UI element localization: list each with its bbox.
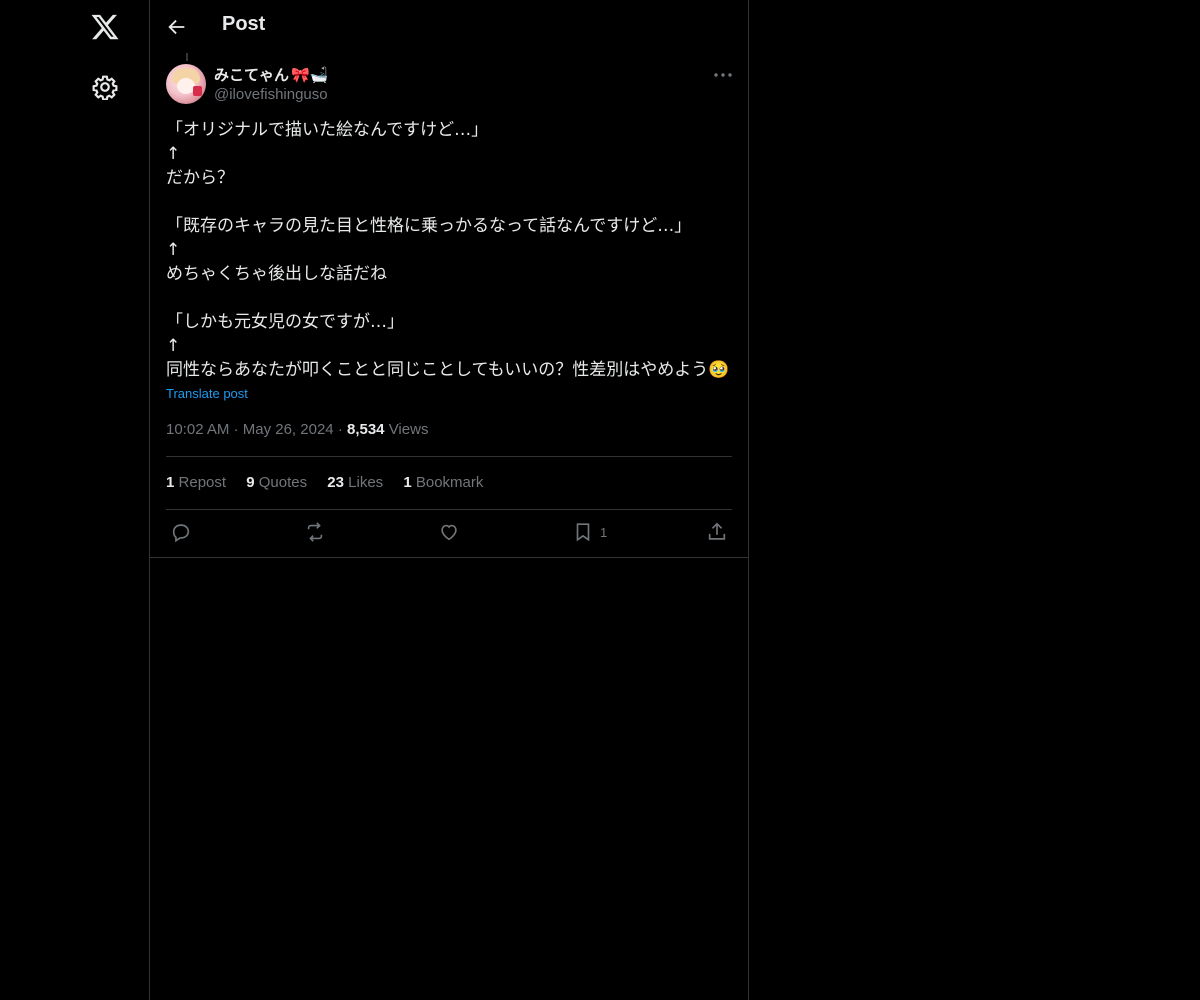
views-label: Views (388, 421, 429, 438)
likes-stat[interactable]: 23 Likes (327, 474, 383, 491)
page-title: Post (222, 13, 266, 35)
author-name-emoji: 🎀🛁 (291, 65, 329, 84)
more-icon[interactable] (710, 64, 736, 86)
engagement-stats: 1 Repost 9 Quotes 23 Likes 1 Bookmark (166, 474, 499, 491)
post-line: 「オリジナルで描いた絵なんですけど…」 (166, 120, 489, 140)
post-line (166, 190, 736, 214)
post-column: Post みこてゃん 🎀🛁 @ilovefishinguso 「オリジナルで描い… (149, 0, 749, 1000)
repost-button[interactable] (304, 520, 326, 544)
post-line: 「既存のキャラの見た目と性格に乗っかるなって話なんですけど…」 (166, 216, 692, 236)
post-line: だから？ (166, 168, 234, 188)
meta-separator: · (337, 421, 347, 438)
meta-separator: · (233, 421, 243, 438)
x-logo-icon[interactable] (90, 12, 120, 42)
reposts-stat[interactable]: 1 Repost (166, 474, 226, 491)
post-line (166, 286, 736, 310)
views-count: 8,534 (346, 421, 385, 438)
bookmark-button[interactable]: 1 (572, 520, 607, 544)
bookmark-icon (576, 523, 590, 542)
heart-icon (441, 524, 457, 541)
repost-icon (307, 522, 323, 542)
bookmarks-stat[interactable]: 1 Bookmark (403, 474, 483, 491)
bookmark-count: 1 (600, 524, 608, 540)
divider (166, 509, 732, 510)
author-display-name: みこてゃん (214, 67, 290, 84)
translate-post-link[interactable]: Translate post (166, 386, 248, 401)
post-time[interactable]: 10:02 AM (166, 421, 229, 438)
sidebar (0, 0, 149, 1000)
reply-button[interactable] (170, 520, 192, 544)
post-meta: 10:02 AM · May 26, 2024 · 8,534 Views (166, 421, 428, 438)
back-arrow-icon[interactable] (166, 16, 188, 38)
quotes-stat[interactable]: 9 Quotes (246, 474, 307, 491)
post-line: 「しかも元女児の女ですが…」 (166, 312, 404, 332)
post-line: ↑ (166, 336, 181, 356)
avatar[interactable] (166, 64, 206, 104)
author-handle[interactable]: @ilovefishinguso (214, 86, 328, 103)
like-button[interactable] (438, 520, 460, 544)
author-name[interactable]: みこてゃん 🎀🛁 (214, 64, 328, 85)
post-bottom-border (150, 557, 748, 558)
post-actions: 1 (166, 520, 732, 546)
reply-icon (172, 524, 190, 543)
gear-icon[interactable] (92, 74, 118, 100)
post-line: ↑ (166, 144, 181, 164)
divider (166, 456, 732, 457)
share-icon (708, 522, 726, 540)
post-text: 「オリジナルで描いた絵なんですけど…」 ↑ だから？ 「既存のキャラの見た目と性… (166, 118, 736, 382)
thread-connector (186, 53, 188, 61)
share-button[interactable] (706, 520, 728, 544)
post-date[interactable]: May 26, 2024 (243, 421, 334, 438)
post-line: 同性ならあなたが叩くことと同じことしてもいいの？性差別はやめよう🥹 (166, 360, 730, 380)
post-line: ↑ (166, 240, 181, 260)
page-header: Post (150, 0, 748, 53)
post-line: めちゃくちゃ後出しな話だね (166, 264, 387, 284)
